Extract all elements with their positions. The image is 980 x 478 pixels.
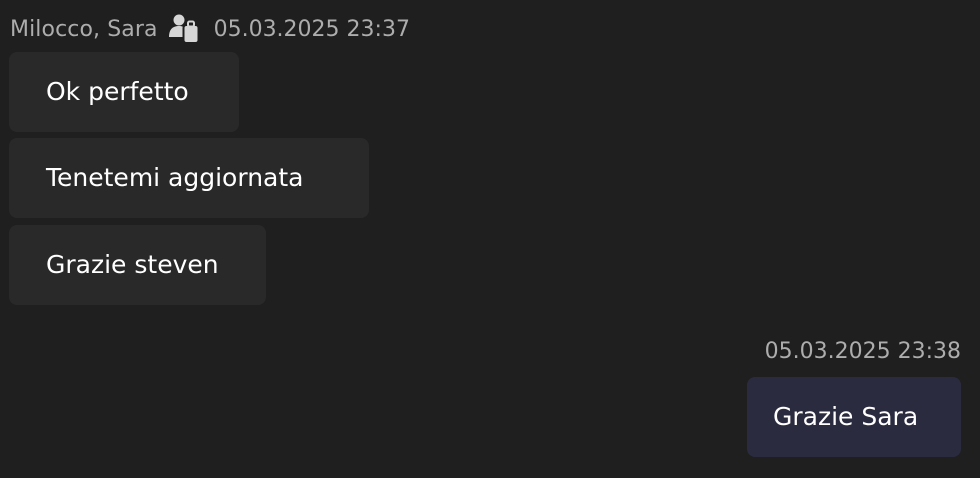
incoming-message-bubble[interactable]: Grazie steven <box>9 225 266 305</box>
incoming-message-bubble[interactable]: Ok perfetto <box>9 52 239 132</box>
incoming-message-bubble[interactable]: Tenetemi aggiornata <box>9 138 369 218</box>
sender-name[interactable]: Milocco, Sara <box>10 17 158 42</box>
incoming-message-header: Milocco, Sara 05.03.2025 23:37 <box>10 14 410 44</box>
chat-thread: Milocco, Sara 05.03.2025 23:37 Ok perfet… <box>0 0 980 478</box>
outgoing-message-bubble[interactable]: Grazie Sara <box>747 377 961 457</box>
out-of-office-icon <box>168 14 202 44</box>
incoming-timestamp: 05.03.2025 23:37 <box>213 16 410 42</box>
outgoing-timestamp: 05.03.2025 23:38 <box>764 339 961 364</box>
